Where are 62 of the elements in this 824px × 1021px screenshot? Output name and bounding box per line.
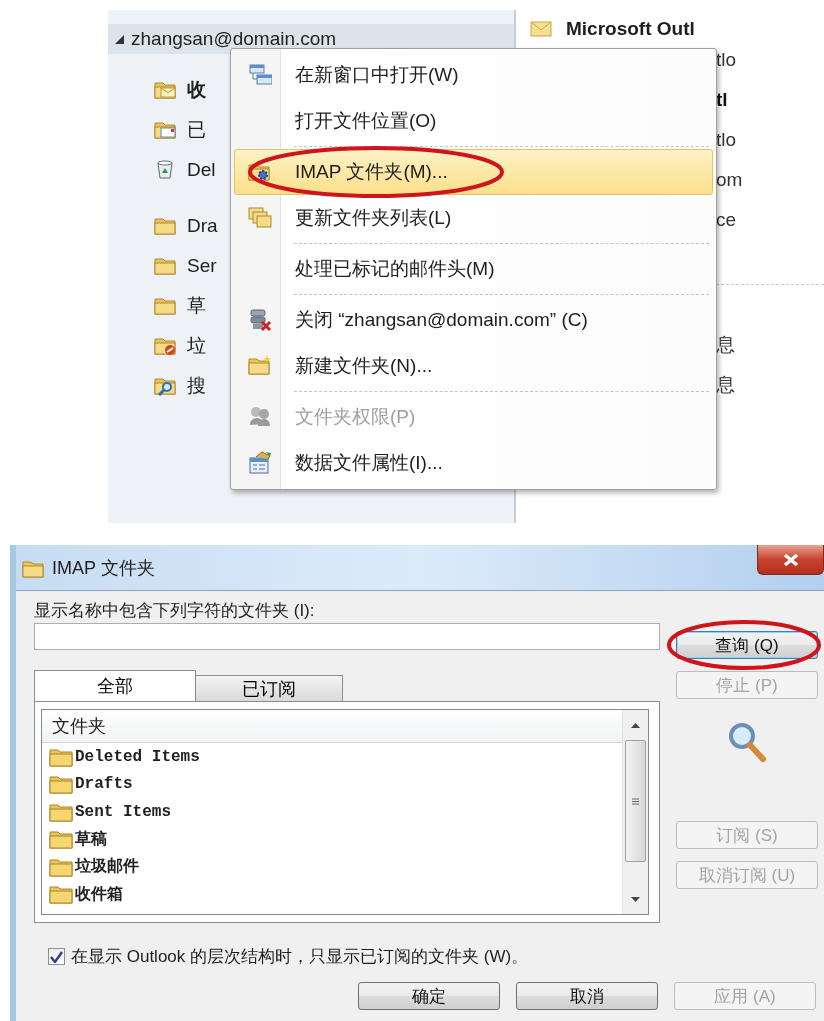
search-icon bbox=[727, 721, 767, 763]
folder-icon bbox=[49, 884, 73, 905]
list-item[interactable]: Deleted Items bbox=[75, 747, 200, 766]
list-item[interactable]: Sent Items bbox=[75, 802, 171, 821]
tab[interactable]: 已订阅 bbox=[195, 675, 343, 701]
server-close-icon bbox=[248, 308, 272, 332]
checkbox[interactable] bbox=[48, 948, 65, 965]
list-item[interactable]: 收件箱 bbox=[75, 883, 123, 905]
folder-icon bbox=[49, 856, 73, 877]
window-title: IMAP 文件夹 bbox=[52, 556, 155, 580]
scroll-up-icon bbox=[631, 722, 640, 728]
folder-label[interactable]: 草 bbox=[187, 293, 206, 319]
windows-icon bbox=[248, 63, 272, 87]
close-button[interactable] bbox=[757, 545, 824, 575]
folder-icon bbox=[49, 746, 73, 767]
folders-icon bbox=[248, 206, 272, 230]
close-icon bbox=[782, 552, 799, 567]
folder-icon bbox=[49, 829, 73, 850]
properties-icon bbox=[248, 451, 272, 475]
tab[interactable]: 全部 bbox=[34, 670, 196, 701]
menu-item[interactable]: 处理已标记的邮件头(M) bbox=[234, 246, 713, 297]
filter-field[interactable] bbox=[34, 623, 660, 650]
folder-label[interactable]: 已 bbox=[187, 117, 206, 143]
envelope-icon bbox=[530, 21, 552, 37]
list-item[interactable]: 垃圾邮件 bbox=[75, 856, 139, 878]
button[interactable]: 取消 bbox=[516, 982, 658, 1010]
message-text: 息 bbox=[716, 333, 735, 357]
button[interactable]: 确定 bbox=[358, 982, 500, 1010]
sender-name: Microsoft Outl bbox=[566, 18, 695, 40]
message-text: tlo bbox=[716, 129, 737, 151]
folder-icon bbox=[49, 774, 73, 795]
list-item[interactable]: Drafts bbox=[75, 775, 133, 794]
folder-label[interactable]: Dra bbox=[187, 215, 218, 237]
folder-label[interactable]: 搜 bbox=[187, 373, 206, 399]
folder-label[interactable]: Ser bbox=[187, 255, 217, 277]
check-icon bbox=[50, 950, 63, 963]
message-text: om bbox=[716, 169, 743, 191]
menu-item[interactable]: 在新窗口中打开(W) bbox=[234, 52, 713, 98]
menu-item[interactable]: 数据文件属性(I)... bbox=[234, 440, 713, 486]
scrollbar[interactable] bbox=[622, 710, 648, 914]
menu-item[interactable]: IMAP 文件夹(M)... bbox=[234, 149, 713, 195]
message-text: tlo bbox=[716, 49, 737, 71]
grip-icon bbox=[632, 797, 639, 805]
checkbox-label: 在显示 Outlook 的层次结构时，只显示已订阅的文件夹 (W)。 bbox=[71, 946, 529, 968]
folder-label[interactable]: 垃 bbox=[187, 333, 206, 359]
menu-item[interactable]: 关闭 “zhangsan@domain.com” (C) bbox=[234, 297, 713, 343]
list-item[interactable]: 草稿 bbox=[75, 828, 107, 850]
scroll-down-icon bbox=[631, 896, 640, 902]
field-label: 显示名称中包含下列字符的文件夹 (I): bbox=[34, 600, 316, 622]
menu-item[interactable]: 打开文件位置(O) bbox=[234, 98, 713, 149]
message-text: 息 bbox=[716, 373, 735, 397]
new-folder-icon bbox=[248, 354, 272, 378]
folder-label[interactable]: Del bbox=[187, 159, 216, 181]
account-name: zhangsan@domain.com bbox=[131, 28, 337, 50]
message-text: tl bbox=[716, 89, 728, 111]
menu-item[interactable]: 更新文件夹列表(L) bbox=[234, 195, 713, 246]
button[interactable]: 查询 (Q) bbox=[676, 631, 818, 659]
people-icon bbox=[248, 405, 272, 429]
menu-item[interactable]: 新建文件夹(N)... bbox=[234, 343, 713, 394]
message-text: ce bbox=[716, 209, 737, 231]
folder-icon bbox=[49, 801, 73, 822]
folder-label[interactable]: 收 bbox=[187, 77, 206, 103]
